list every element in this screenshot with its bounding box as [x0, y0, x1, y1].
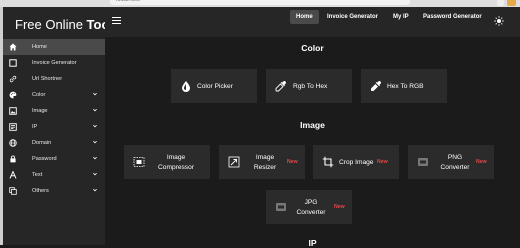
tool-card-label: Color Picker: [197, 83, 233, 90]
hamburger-menu-icon[interactable]: [112, 17, 121, 25]
tool-card-label-line2: Resizer: [253, 164, 277, 171]
sidebar-item-url-shortner[interactable]: Url Shortner: [3, 71, 105, 87]
tool-card-label-line1: Image: [255, 154, 275, 161]
eyedropper-icon: [275, 81, 286, 92]
text-icon: [9, 171, 17, 179]
tool-card-label: Hex To RGB: [387, 83, 424, 90]
chevron-down-icon: [93, 108, 97, 112]
brand-regular: Free Online: [15, 17, 87, 32]
tool-card-label-line1: JPG: [304, 199, 318, 206]
sidebar-item-text[interactable]: Text: [3, 167, 105, 183]
sidebar-item-invoice-generator[interactable]: Invoice Generator: [3, 55, 105, 71]
globe-icon: [9, 139, 17, 147]
topnav-password-generator[interactable]: Password Generator: [417, 10, 488, 24]
tool-card-jpg-converter[interactable]: JPG Converter New: [266, 190, 352, 224]
sidebar-nav: Home Invoice Generator Url Shortner Colo…: [3, 39, 105, 199]
copy-icon: [9, 187, 17, 195]
tool-card-image-compressor[interactable]: Image Compressor: [124, 145, 210, 179]
new-badge: New: [287, 159, 298, 165]
address-text: localhost: [116, 0, 140, 3]
sidebar-item-image[interactable]: Image: [3, 103, 105, 119]
sidebar-item-label: Color: [32, 92, 46, 98]
sidebar-item-password[interactable]: Password: [3, 151, 105, 167]
chevron-down-icon: [93, 140, 97, 144]
sidebar-item-label: Others: [32, 188, 49, 194]
lock-icon: [10, 155, 16, 163]
browser-extension-button[interactable]: [507, 0, 516, 6]
compress-icon: [133, 157, 145, 167]
drop-icon: [182, 81, 190, 92]
sidebar-item-label: Url Shortner: [32, 76, 63, 82]
browser-button[interactable]: [497, 0, 504, 6]
tool-card-crop-image[interactable]: Crop Image New: [313, 145, 399, 179]
topnav-my-ip[interactable]: My IP: [387, 10, 415, 24]
sidebar-item-others[interactable]: Others: [3, 183, 105, 199]
tool-card-image-resizer[interactable]: Image Resizer New: [219, 145, 305, 179]
image-icon: [9, 107, 17, 115]
chevron-down-icon: [93, 156, 97, 160]
sidebar-item-color[interactable]: Color: [3, 87, 105, 103]
browser-chrome: localhost: [0, 0, 520, 7]
section-title-ip: IP: [308, 238, 317, 248]
link-icon: [9, 75, 17, 83]
tool-card-png-converter[interactable]: PNG Converter New: [408, 145, 494, 179]
tool-card-label: Rgb To Hex: [293, 83, 328, 90]
tool-card-label-line1: Image: [166, 154, 186, 161]
sidebar-item-label: Password: [32, 156, 57, 162]
brand-logo[interactable]: Free Online Tool: [15, 17, 113, 32]
eyedropper-icon: [371, 81, 381, 91]
sidebar-item-label: IP: [32, 124, 38, 130]
tool-card-hex-to-rgb[interactable]: Hex To RGB: [361, 69, 447, 103]
tool-card-rgb-to-hex[interactable]: Rgb To Hex: [266, 69, 352, 103]
tool-card-label-line1: PNG: [447, 154, 463, 161]
new-badge: New: [377, 159, 388, 165]
square-icon: [9, 59, 17, 67]
sidebar-item-label: Domain: [32, 140, 52, 146]
png-file-icon: [418, 158, 428, 166]
palette-icon: [9, 91, 17, 99]
tool-card-label-line2: Compressor: [158, 164, 194, 171]
new-badge: New: [476, 159, 487, 165]
section-title-image: Image: [300, 120, 325, 130]
address-bar[interactable]: localhost: [110, 0, 410, 5]
sidebar-item-label: Invoice Generator: [32, 60, 77, 66]
sun-icon[interactable]: [494, 16, 504, 26]
topnav-home[interactable]: Home: [290, 10, 319, 24]
section-title-color: Color: [301, 43, 324, 53]
crop-icon: [322, 156, 334, 168]
chevron-down-icon: [93, 92, 97, 96]
chevron-down-icon: [93, 172, 97, 176]
tool-card-label-line2: Converter: [296, 209, 326, 216]
tool-card-label-line2: Converter: [440, 164, 470, 171]
sidebar-item-domain[interactable]: Domain: [3, 135, 105, 151]
sidebar-item-home[interactable]: Home: [3, 39, 105, 55]
sidebar-item-label: Home: [32, 44, 47, 50]
resize-icon: [228, 156, 240, 168]
topnav-invoice-generator[interactable]: Invoice Generator: [321, 10, 384, 24]
home-icon: [9, 43, 17, 51]
sidebar-item-label: Text: [32, 172, 43, 178]
sidebar-item-label: Image: [32, 108, 48, 114]
chevron-down-icon: [93, 188, 97, 192]
tool-card-color-picker[interactable]: Color Picker: [171, 69, 257, 103]
ip-icon: [9, 123, 17, 131]
tool-card-label: Crop Image: [339, 159, 374, 166]
new-badge: New: [334, 204, 345, 210]
sidebar-item-ip[interactable]: IP: [3, 119, 105, 135]
chevron-down-icon: [93, 124, 97, 128]
jpg-file-icon: [276, 203, 286, 211]
